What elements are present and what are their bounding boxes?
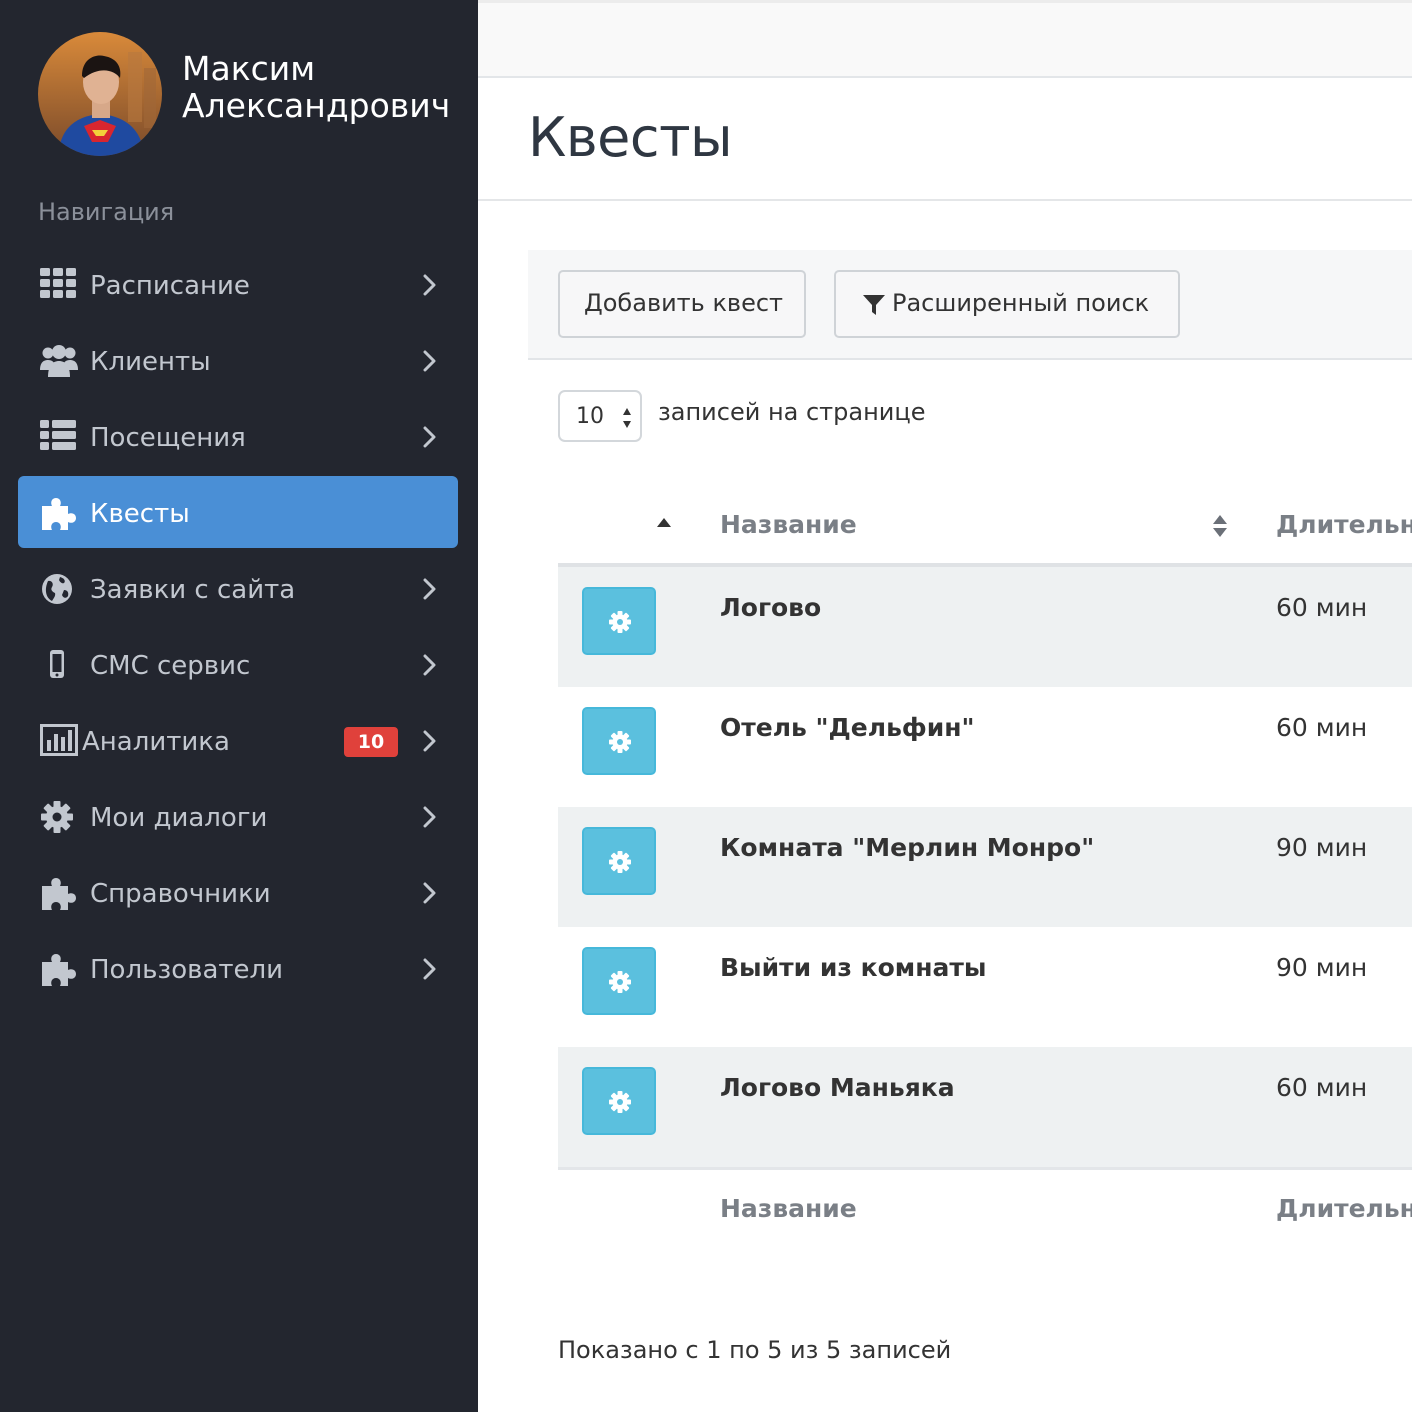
row-settings-button[interactable] xyxy=(582,947,656,1015)
row-settings-button[interactable] xyxy=(582,1067,656,1135)
page-size-select[interactable]: 10 xyxy=(558,390,642,442)
column-footer-name: Название xyxy=(720,1194,857,1223)
add-quest-button-label: Добавить квест xyxy=(584,289,784,317)
column-header-duration-clip: Длительность xyxy=(1276,510,1412,539)
divider xyxy=(478,199,1412,201)
chevron-right-icon xyxy=(422,274,438,296)
avatar[interactable] xyxy=(38,32,162,156)
nav-item-clients[interactable]: Клиенты xyxy=(18,324,458,396)
row-settings-button[interactable] xyxy=(582,827,656,895)
nav-item-label: Заявки с сайта xyxy=(90,575,296,605)
nav-menu: Расписание Клиенты Посещения Квесты Заяв… xyxy=(18,248,458,1008)
list-icon xyxy=(40,420,80,456)
row-settings-button[interactable] xyxy=(582,707,656,775)
chevron-right-icon xyxy=(422,882,438,904)
column-footer-duration: Длительность xyxy=(1276,1194,1412,1223)
sidebar: Максим Александрович Навигация Расписани… xyxy=(0,0,478,1412)
nav-item-users[interactable]: Пользователи xyxy=(18,932,458,1004)
nav-item-site-requests[interactable]: Заявки с сайта xyxy=(18,552,458,624)
page-title: Квесты xyxy=(528,106,733,169)
nav-item-label: Пользователи xyxy=(90,955,284,985)
table-row: Логово Маньяка 60 мин xyxy=(558,1047,1412,1167)
table-info: Показано с 1 по 5 из 5 записей xyxy=(558,1336,952,1364)
nav-item-references[interactable]: Справочники xyxy=(18,856,458,928)
quest-name: Отель "Дельфин" xyxy=(720,713,975,742)
puzzle-icon xyxy=(40,952,80,988)
advanced-search-button-label: Расширенный поиск xyxy=(892,289,1150,317)
quest-duration: 90 мин xyxy=(1276,833,1368,862)
nav-item-label: Посещения xyxy=(90,423,246,453)
column-footer-duration-clip: Длительность xyxy=(1276,1194,1412,1223)
quest-duration: 60 мин xyxy=(1276,713,1368,742)
table-row: Логово 60 мин xyxy=(558,567,1412,687)
notification-badge: 10 xyxy=(344,727,398,757)
quest-duration: 60 мин xyxy=(1276,593,1368,622)
filter-icon xyxy=(862,293,886,323)
select-arrows-icon xyxy=(622,406,632,434)
bar-chart-icon xyxy=(40,724,80,760)
puzzle-icon xyxy=(40,496,80,532)
nav-item-label: Аналитика xyxy=(82,727,230,757)
quest-name: Выйти из комнаты xyxy=(720,953,987,982)
nav-item-label: Мои диалоги xyxy=(90,803,268,833)
users-icon xyxy=(40,344,80,380)
table-row: Отель "Дельфин" 60 мин xyxy=(558,687,1412,807)
nav-item-sms-service[interactable]: СМС сервис xyxy=(18,628,458,700)
nav-item-label: Расписание xyxy=(90,271,250,301)
column-header-duration[interactable]: Длительность xyxy=(1276,510,1412,539)
sort-icon[interactable] xyxy=(1212,514,1228,542)
nav-item-quests[interactable]: Квесты xyxy=(18,476,458,548)
nav-item-label: Справочники xyxy=(90,879,271,909)
globe-icon xyxy=(40,572,80,608)
nav-item-label: СМС сервис xyxy=(90,651,251,681)
nav-item-label: Клиенты xyxy=(90,347,211,377)
nav-item-schedule[interactable]: Расписание xyxy=(18,248,458,320)
table-row: Выйти из комнаты 90 мин xyxy=(558,927,1412,1047)
chevron-right-icon xyxy=(422,654,438,676)
quest-duration: 90 мин xyxy=(1276,953,1368,982)
user-panel: Максим Александрович xyxy=(38,32,468,156)
grid-icon xyxy=(40,268,80,304)
sort-asc-icon[interactable] xyxy=(656,514,672,533)
nav-item-label: Квесты xyxy=(90,499,190,529)
column-header-name[interactable]: Название xyxy=(720,510,857,539)
quest-name: Логово xyxy=(720,593,822,622)
chevron-right-icon xyxy=(422,958,438,980)
divider xyxy=(558,1167,1412,1170)
nav-item-visits[interactable]: Посещения xyxy=(18,400,458,472)
puzzle-icon xyxy=(40,876,80,912)
top-bar xyxy=(478,0,1412,78)
add-quest-button[interactable]: Добавить квест xyxy=(558,270,806,338)
quest-duration: 60 мин xyxy=(1276,1073,1368,1102)
mobile-icon xyxy=(40,648,80,684)
chevron-right-icon xyxy=(422,578,438,600)
nav-heading: Навигация xyxy=(38,198,175,226)
chevron-right-icon xyxy=(422,806,438,828)
user-name: Максим Александрович xyxy=(182,49,451,125)
row-settings-button[interactable] xyxy=(582,587,656,655)
page-size-value: 10 xyxy=(576,404,604,429)
table-row: Комната "Мерлин Монро" 90 мин xyxy=(558,807,1412,927)
toolbar: Добавить квест Расширенный поиск xyxy=(528,250,1412,360)
quest-name: Логово Маньяка xyxy=(720,1073,955,1102)
chevron-right-icon xyxy=(422,350,438,372)
chevron-right-icon xyxy=(422,730,438,752)
nav-item-my-dialogs[interactable]: Мои диалоги xyxy=(18,780,458,852)
nav-item-analytics[interactable]: Аналитика 10 xyxy=(18,704,458,776)
page-size-label: записей на странице xyxy=(658,398,926,426)
advanced-search-button[interactable]: Расширенный поиск xyxy=(834,270,1180,338)
gear-icon xyxy=(40,800,80,836)
chevron-right-icon xyxy=(422,426,438,448)
quest-name: Комната "Мерлин Монро" xyxy=(720,833,1095,862)
